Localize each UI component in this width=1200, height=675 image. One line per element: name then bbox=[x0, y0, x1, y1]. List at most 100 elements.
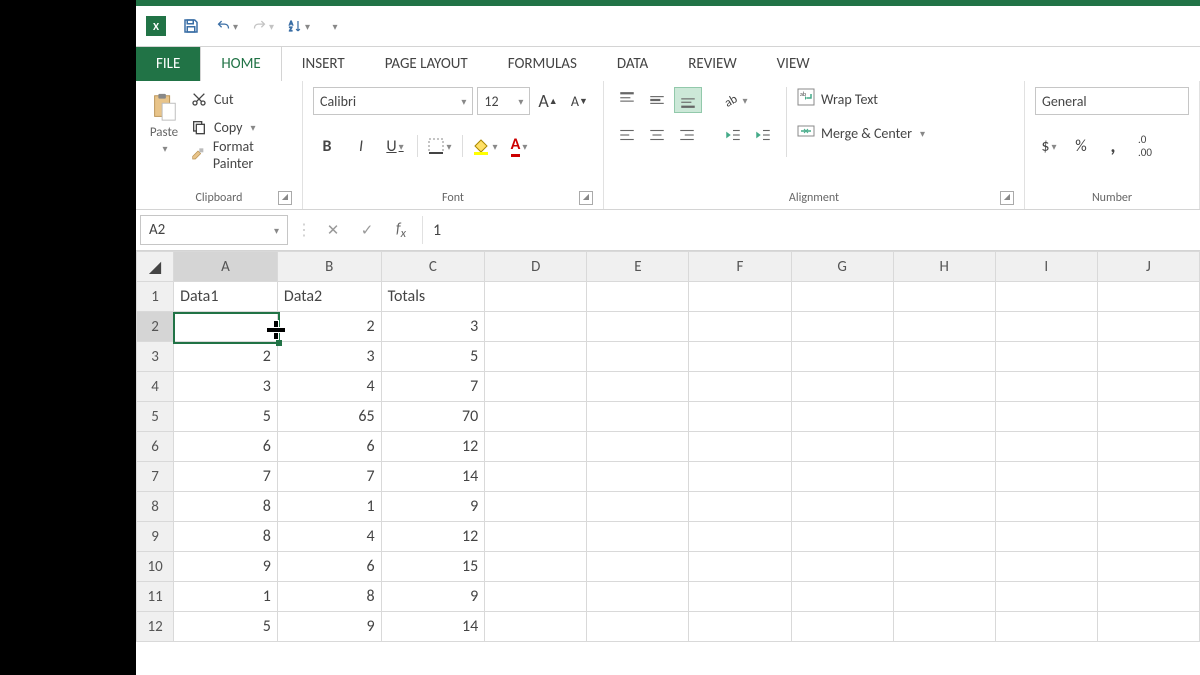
comma-button[interactable]: , bbox=[1099, 133, 1127, 159]
cell-I7[interactable] bbox=[995, 462, 1097, 492]
cell-E3[interactable] bbox=[587, 342, 689, 372]
number-format-combo[interactable]: General bbox=[1035, 87, 1189, 115]
clipboard-launcher-icon[interactable]: ◢ bbox=[278, 191, 292, 205]
row-header-12[interactable]: 12 bbox=[137, 612, 174, 642]
italic-button[interactable]: I bbox=[347, 133, 375, 159]
cell-C5[interactable]: 70 bbox=[381, 402, 485, 432]
align-center-button[interactable] bbox=[644, 123, 670, 147]
cell-F6[interactable] bbox=[689, 432, 791, 462]
column-header-F[interactable]: F bbox=[689, 252, 791, 282]
cell-D3[interactable] bbox=[485, 342, 587, 372]
row-header-7[interactable]: 7 bbox=[137, 462, 174, 492]
cell-G4[interactable] bbox=[791, 372, 893, 402]
cell-I8[interactable] bbox=[995, 492, 1097, 522]
cell-F12[interactable] bbox=[689, 612, 791, 642]
row-header-2[interactable]: 2 bbox=[137, 312, 174, 342]
cell-F4[interactable] bbox=[689, 372, 791, 402]
undo-icon[interactable]: ▾ bbox=[216, 15, 238, 37]
cell-A3[interactable]: 2 bbox=[174, 342, 278, 372]
row-header-9[interactable]: 9 bbox=[137, 522, 174, 552]
tab-page-layout[interactable]: PAGE LAYOUT bbox=[365, 47, 488, 81]
cell-A8[interactable]: 8 bbox=[174, 492, 278, 522]
align-right-button[interactable] bbox=[674, 123, 700, 147]
cell-G3[interactable] bbox=[791, 342, 893, 372]
cell-J5[interactable] bbox=[1097, 402, 1199, 432]
cell-D7[interactable] bbox=[485, 462, 587, 492]
cell-G7[interactable] bbox=[791, 462, 893, 492]
tab-home[interactable]: HOME bbox=[200, 46, 281, 81]
row-header-6[interactable]: 6 bbox=[137, 432, 174, 462]
cell-I6[interactable] bbox=[995, 432, 1097, 462]
cell-B5[interactable]: 65 bbox=[277, 402, 381, 432]
cell-B10[interactable]: 6 bbox=[277, 552, 381, 582]
merge-center-button[interactable]: Merge & Center ▾ bbox=[797, 121, 925, 145]
cell-E2[interactable] bbox=[587, 312, 689, 342]
font-color-button[interactable]: A▾ bbox=[505, 133, 533, 159]
cell-J1[interactable] bbox=[1097, 282, 1199, 312]
align-bottom-button[interactable] bbox=[674, 87, 702, 113]
cell-J2[interactable] bbox=[1097, 312, 1199, 342]
cell-D6[interactable] bbox=[485, 432, 587, 462]
shrink-font-button[interactable]: A▼ bbox=[566, 88, 593, 114]
cell-J6[interactable] bbox=[1097, 432, 1199, 462]
underline-button[interactable]: U▾ bbox=[381, 133, 409, 159]
cell-E7[interactable] bbox=[587, 462, 689, 492]
cell-I4[interactable] bbox=[995, 372, 1097, 402]
save-icon[interactable] bbox=[180, 15, 202, 37]
bold-button[interactable]: B bbox=[313, 133, 341, 159]
cell-D4[interactable] bbox=[485, 372, 587, 402]
fill-color-button[interactable]: ▾ bbox=[471, 133, 499, 159]
align-middle-button[interactable] bbox=[644, 88, 670, 112]
cell-H2[interactable] bbox=[893, 312, 995, 342]
cell-I2[interactable] bbox=[995, 312, 1097, 342]
cell-D1[interactable] bbox=[485, 282, 587, 312]
column-header-G[interactable]: G bbox=[791, 252, 893, 282]
font-launcher-icon[interactable]: ◢ bbox=[579, 191, 593, 205]
cell-A1[interactable]: Data1 bbox=[174, 282, 278, 312]
cell-C6[interactable]: 12 bbox=[381, 432, 485, 462]
tab-formulas[interactable]: FORMULAS bbox=[488, 47, 597, 81]
cell-B9[interactable]: 4 bbox=[277, 522, 381, 552]
cell-E4[interactable] bbox=[587, 372, 689, 402]
cell-I11[interactable] bbox=[995, 582, 1097, 612]
cell-E1[interactable] bbox=[587, 282, 689, 312]
name-box[interactable]: A2 ▾ bbox=[140, 215, 288, 245]
cell-C11[interactable]: 9 bbox=[381, 582, 485, 612]
cell-B4[interactable]: 4 bbox=[277, 372, 381, 402]
column-header-E[interactable]: E bbox=[587, 252, 689, 282]
cell-A7[interactable]: 7 bbox=[174, 462, 278, 492]
cell-C2[interactable]: 3 bbox=[381, 312, 485, 342]
cell-H4[interactable] bbox=[893, 372, 995, 402]
column-header-D[interactable]: D bbox=[485, 252, 587, 282]
cell-H10[interactable] bbox=[893, 552, 995, 582]
cell-G2[interactable] bbox=[791, 312, 893, 342]
cell-D11[interactable] bbox=[485, 582, 587, 612]
paste-button[interactable]: Paste ▾ bbox=[146, 87, 182, 159]
cell-E8[interactable] bbox=[587, 492, 689, 522]
cell-G8[interactable] bbox=[791, 492, 893, 522]
cell-A4[interactable]: 3 bbox=[174, 372, 278, 402]
wrap-text-button[interactable]: ab Wrap Text bbox=[797, 87, 925, 111]
increase-indent-button[interactable] bbox=[750, 123, 776, 147]
cell-I12[interactable] bbox=[995, 612, 1097, 642]
cell-D5[interactable] bbox=[485, 402, 587, 432]
cell-J10[interactable] bbox=[1097, 552, 1199, 582]
cell-C12[interactable]: 14 bbox=[381, 612, 485, 642]
cell-F1[interactable] bbox=[689, 282, 791, 312]
cell-B6[interactable]: 6 bbox=[277, 432, 381, 462]
tab-insert[interactable]: INSERT bbox=[282, 47, 365, 81]
sort-icon[interactable]: AZ ▾ bbox=[288, 15, 310, 37]
cut-button[interactable]: Cut bbox=[190, 87, 292, 111]
column-header-B[interactable]: B bbox=[277, 252, 381, 282]
tab-file[interactable]: FILE bbox=[136, 47, 200, 81]
cell-J7[interactable] bbox=[1097, 462, 1199, 492]
cell-F11[interactable] bbox=[689, 582, 791, 612]
cell-C7[interactable]: 14 bbox=[381, 462, 485, 492]
row-header-4[interactable]: 4 bbox=[137, 372, 174, 402]
row-header-3[interactable]: 3 bbox=[137, 342, 174, 372]
cell-A11[interactable]: 1 bbox=[174, 582, 278, 612]
cell-J11[interactable] bbox=[1097, 582, 1199, 612]
tab-view[interactable]: VIEW bbox=[757, 47, 830, 81]
cell-D2[interactable] bbox=[485, 312, 587, 342]
cell-G11[interactable] bbox=[791, 582, 893, 612]
